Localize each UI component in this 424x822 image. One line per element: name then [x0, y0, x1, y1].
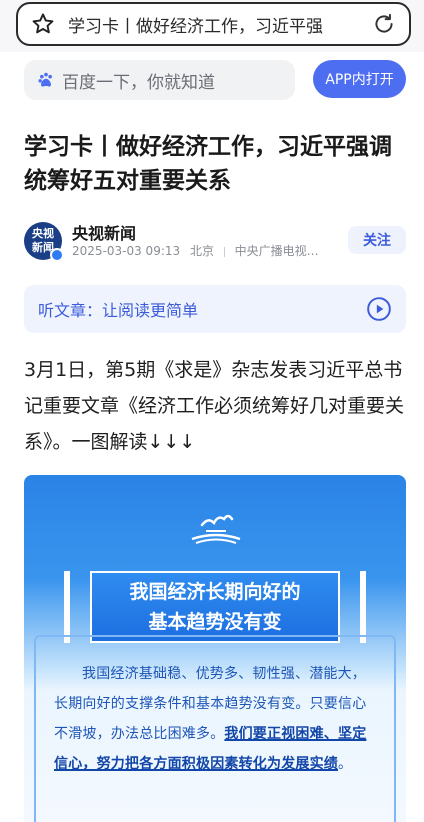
follow-button[interactable]: 关注: [348, 226, 406, 254]
publish-datetime: 2025-03-03 09:13: [72, 244, 181, 258]
browser-toolbar: 学习卡丨做好经济工作，习近平强: [0, 0, 424, 52]
verified-badge-icon: [50, 248, 64, 262]
author-meta: 2025-03-03 09:13 北京 中央广播电视…: [72, 242, 319, 259]
infographic-text-end: 。: [338, 756, 353, 772]
search-row: 百度一下，你就知道 APP内打开: [0, 52, 424, 110]
publish-location: 北京: [189, 244, 214, 258]
meta-divider: [223, 246, 225, 257]
author-row: 央视 新闻 央视新闻 2025-03-03 09:13 北京 中央广播电视… 关…: [24, 220, 406, 262]
search-input[interactable]: 百度一下，你就知道: [24, 60, 295, 100]
study-card-logo-icon: [191, 514, 241, 544]
banner-line-2: 基本趋势没有变: [148, 611, 282, 633]
article-paragraph: 3月1日，第5期《求是》杂志发表习近平总书记重要文章《经济工作必须统筹好几对重要…: [24, 359, 405, 453]
search-placeholder: 百度一下，你就知道: [62, 72, 215, 93]
infographic-image[interactable]: 我国经济长期向好的 基本趋势没有变 我国经济基础稳、优势多、韧性强、潜能大，长期…: [24, 475, 406, 822]
avatar[interactable]: 央视 新闻: [24, 222, 64, 262]
address-bar[interactable]: 学习卡丨做好经济工作，习近平强: [16, 2, 411, 46]
star-icon[interactable]: [30, 11, 56, 37]
reload-icon[interactable]: [371, 11, 397, 37]
listen-article-bar[interactable]: 听文章：让阅读更简单: [24, 285, 406, 333]
author-name[interactable]: 央视新闻: [72, 220, 136, 244]
source-name: 中央广播电视…: [234, 244, 319, 258]
baidu-paw-icon: [38, 72, 52, 87]
infographic-banner: 我国经济长期向好的 基本趋势没有变: [90, 571, 340, 643]
listen-label: 听文章：让阅读更简单: [38, 301, 199, 320]
avatar-text-line1: 央视: [32, 227, 54, 240]
play-icon[interactable]: [366, 296, 392, 322]
article-title: 学习卡丨做好经济工作，习近平强调统筹好五对重要关系: [24, 134, 392, 194]
infographic-text: 我国经济基础稳、优势多、韧性强、潜能大，长期向好的支撑条件和基本趋势没有变。只要…: [54, 659, 380, 779]
banner-line-1: 我国经济长期向好的: [129, 581, 301, 603]
url-text[interactable]: 学习卡丨做好经济工作，习近平强: [68, 12, 363, 37]
open-in-app-button[interactable]: APP内打开: [313, 60, 406, 98]
